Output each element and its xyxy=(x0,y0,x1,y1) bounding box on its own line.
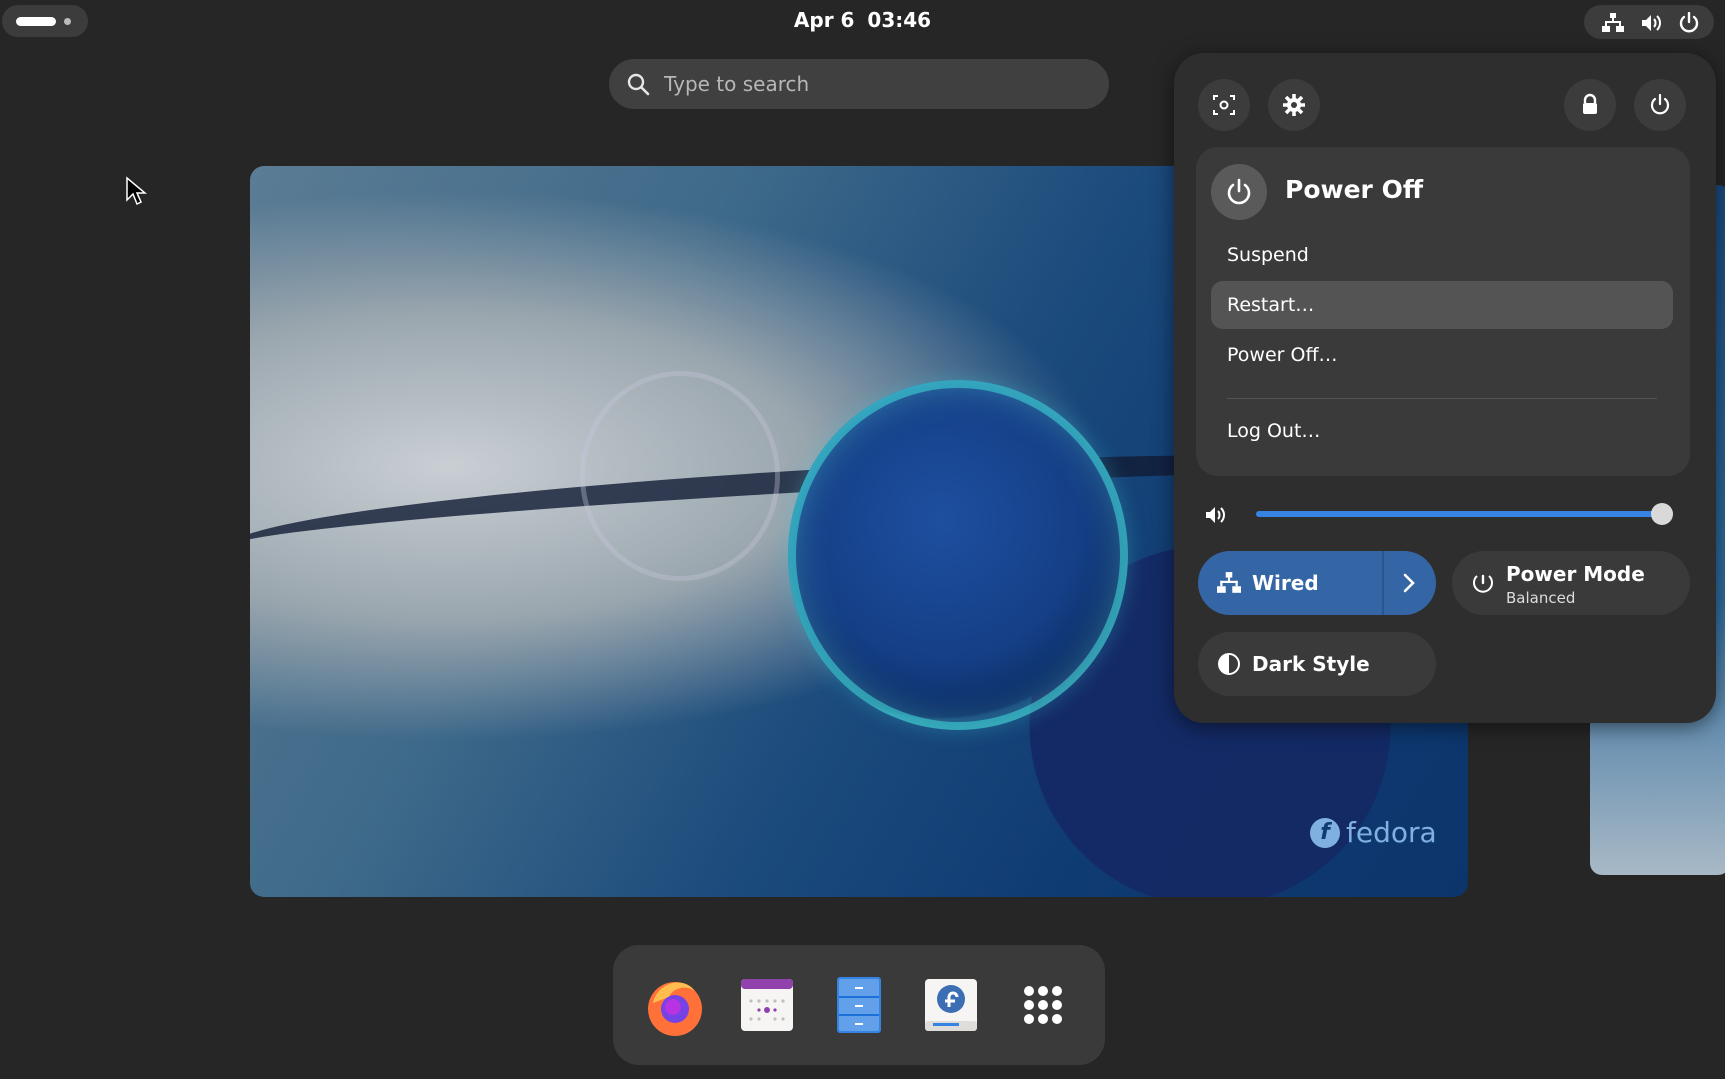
lock-button[interactable] xyxy=(1564,79,1616,131)
power-mode-value: Balanced xyxy=(1506,589,1576,607)
wallpaper-ring xyxy=(580,371,780,581)
search-input[interactable]: Type to search xyxy=(609,59,1109,109)
power-mode-icon xyxy=(1473,574,1493,593)
mouse-cursor-icon xyxy=(126,176,147,206)
menu-item-label: Suspend xyxy=(1227,244,1309,266)
wallpaper-bubble xyxy=(788,380,1128,730)
restart-menu-item[interactable]: Restart… xyxy=(1211,281,1673,329)
fedora-logo-icon: f xyxy=(1310,817,1340,848)
top-bar: Apr 6 03:46 xyxy=(0,0,1725,42)
files-icon[interactable] xyxy=(827,973,891,1037)
search-placeholder: Type to search xyxy=(664,72,810,96)
menu-separator xyxy=(1227,398,1657,399)
power-icon xyxy=(1679,12,1699,33)
tile-divider xyxy=(1382,551,1384,615)
clock-date: Apr 6 xyxy=(793,8,855,32)
chevron-right-icon[interactable] xyxy=(1396,569,1422,597)
screenshot-button[interactable] xyxy=(1198,79,1250,131)
settings-button[interactable] xyxy=(1268,79,1320,131)
lock-icon xyxy=(1583,93,1597,114)
quick-settings-panel: Power Off Suspend Restart… Power Off… Lo… xyxy=(1174,53,1716,723)
dark-style-icon xyxy=(1218,653,1240,675)
volume-icon[interactable] xyxy=(1204,503,1228,527)
menu-item-label: Power Off… xyxy=(1227,344,1338,366)
system-tray[interactable] xyxy=(1584,5,1714,39)
power-mode-label: Power Mode xyxy=(1506,562,1645,586)
screenshot-icon xyxy=(1213,95,1235,115)
software-icon[interactable] xyxy=(919,973,983,1037)
clock-time: 03:46 xyxy=(867,8,932,32)
power-off-header-icon xyxy=(1211,164,1267,220)
power-button[interactable] xyxy=(1634,79,1686,131)
menu-item-label: Restart… xyxy=(1227,294,1315,316)
log-out-menu-item[interactable]: Log Out… xyxy=(1211,407,1673,455)
power-mode-toggle[interactable]: Power Mode Balanced xyxy=(1452,551,1690,615)
fedora-logo-text: fedora xyxy=(1346,816,1437,849)
wired-toggle[interactable]: Wired xyxy=(1198,551,1436,615)
volume-icon xyxy=(1642,15,1661,31)
calendar-icon[interactable] xyxy=(735,973,799,1037)
wired-label: Wired xyxy=(1252,571,1319,595)
firefox-icon[interactable] xyxy=(643,973,707,1037)
power-off-menu-title: Power Off xyxy=(1285,175,1424,204)
network-wired-icon xyxy=(1217,572,1241,593)
power-icon xyxy=(1227,178,1251,205)
volume-slider-handle[interactable] xyxy=(1650,503,1673,525)
dock xyxy=(613,945,1105,1065)
power-off-menu: Power Off Suspend Restart… Power Off… Lo… xyxy=(1196,147,1690,476)
network-wired-icon xyxy=(1602,13,1624,32)
search-icon xyxy=(627,73,650,96)
power-icon xyxy=(1650,93,1670,115)
clock[interactable]: Apr 6 03:46 xyxy=(0,8,1725,32)
gear-icon xyxy=(1283,94,1305,116)
suspend-menu-item[interactable]: Suspend xyxy=(1211,231,1673,279)
menu-item-label: Log Out… xyxy=(1227,420,1321,442)
dark-style-toggle[interactable]: Dark Style xyxy=(1198,632,1436,696)
show-apps-grid-icon[interactable] xyxy=(1011,973,1075,1037)
dark-style-label: Dark Style xyxy=(1252,652,1370,676)
fedora-logo: f fedora xyxy=(1310,816,1437,849)
power-off-menu-item[interactable]: Power Off… xyxy=(1211,331,1673,379)
volume-slider[interactable] xyxy=(1256,503,1673,525)
